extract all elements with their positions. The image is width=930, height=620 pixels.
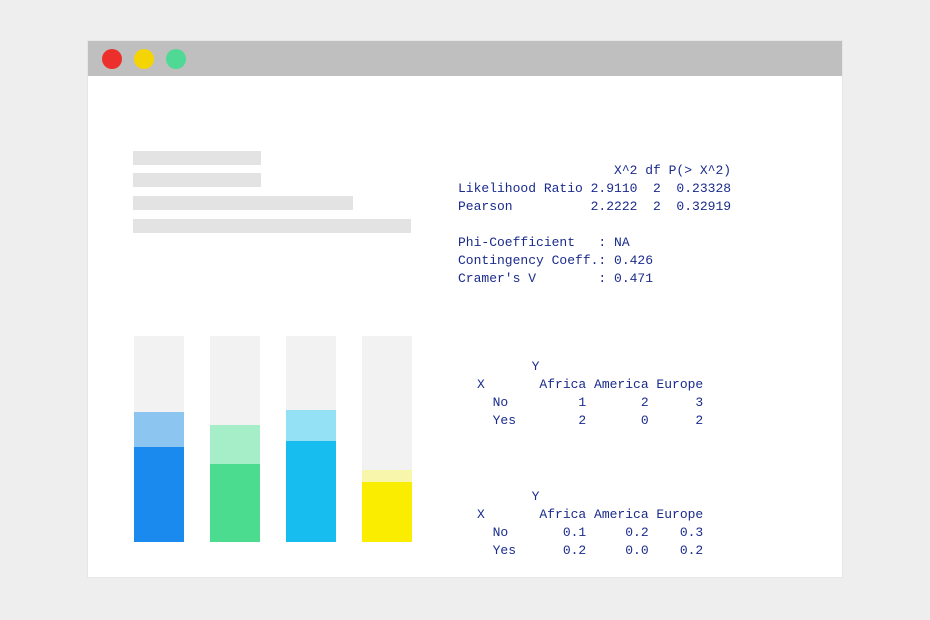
placeholder-line xyxy=(133,151,261,165)
stats-phi: Phi-Coefficient : NA xyxy=(458,235,630,250)
chart-bar xyxy=(210,336,260,542)
counts-r1: No 1 2 3 xyxy=(477,395,703,410)
props-h2: X Africa America Europe xyxy=(477,507,703,522)
stats-header: X^2 df P(> X^2) xyxy=(458,163,731,178)
bar-segment-light xyxy=(134,412,184,447)
counts-r2: Yes 2 0 2 xyxy=(477,413,703,428)
placeholder-line xyxy=(133,196,353,210)
placeholder-line xyxy=(133,173,261,187)
content-area: X^2 df P(> X^2) Likelihood Ratio 2.9110 … xyxy=(88,76,842,577)
zoom-icon[interactable] xyxy=(166,49,186,69)
bar-segment-light xyxy=(362,470,412,482)
minimize-icon[interactable] xyxy=(134,49,154,69)
stacked-bar-chart xyxy=(134,336,429,542)
stats-lr: Likelihood Ratio 2.9110 2 0.23328 xyxy=(458,181,731,196)
chart-bar xyxy=(362,336,412,542)
chi-square-output: X^2 df P(> X^2) Likelihood Ratio 2.9110 … xyxy=(458,144,731,288)
proportions-table: Y X Africa America Europe No 0.1 0.2 0.3… xyxy=(477,470,703,560)
bar-segment-light xyxy=(210,425,260,464)
stats-cc: Contingency Coeff.: 0.426 xyxy=(458,253,653,268)
app-window: X^2 df P(> X^2) Likelihood Ratio 2.9110 … xyxy=(87,40,843,578)
bar-segment-dark xyxy=(210,464,260,542)
bar-segment-dark xyxy=(362,482,412,542)
bar-segment-dark xyxy=(286,441,336,542)
placeholder-line xyxy=(133,219,411,233)
close-icon[interactable] xyxy=(102,49,122,69)
counts-table: Y X Africa America Europe No 1 2 3 Yes 2… xyxy=(477,340,703,430)
chart-bar xyxy=(286,336,336,542)
props-r2: Yes 0.2 0.0 0.2 xyxy=(477,543,703,558)
bar-segment-dark xyxy=(134,447,184,542)
chart-bar xyxy=(134,336,184,542)
stats-pearson: Pearson 2.2222 2 0.32919 xyxy=(458,199,731,214)
counts-h1: Y xyxy=(477,359,539,374)
props-h1: Y xyxy=(477,489,539,504)
stats-cramer: Cramer's V : 0.471 xyxy=(458,271,653,286)
bar-segment-light xyxy=(286,410,336,441)
counts-h2: X Africa America Europe xyxy=(477,377,703,392)
props-r1: No 0.1 0.2 0.3 xyxy=(477,525,703,540)
titlebar xyxy=(88,41,842,76)
